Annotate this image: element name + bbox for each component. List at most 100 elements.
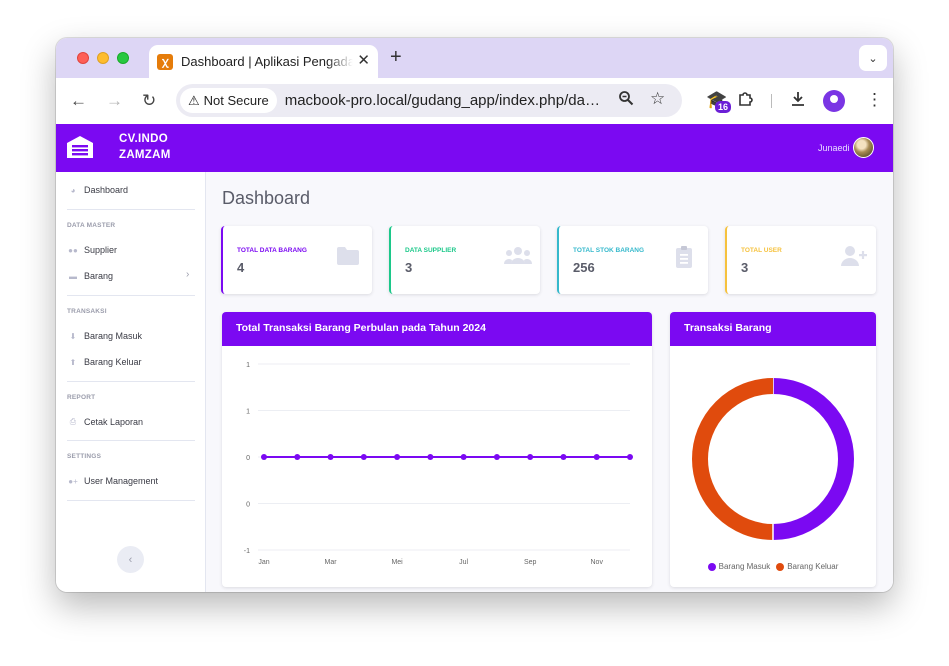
- sidebar-heading-master: DATA MASTER: [67, 222, 116, 229]
- y-tick-label: 1: [246, 362, 250, 369]
- legend-dot: [776, 562, 785, 571]
- data-point[interactable]: [294, 454, 301, 460]
- x-tick-label: Mar: [325, 559, 338, 566]
- warehouse-icon: [66, 135, 94, 159]
- data-point[interactable]: [527, 454, 534, 460]
- line-chart: 1 1 0 0 -1 Jan Mar Mei Jul Sep Nov: [244, 362, 633, 566]
- sidebar: ◕ Dashboard DATA MASTER ●● Supplier ▬ Ba…: [56, 172, 206, 592]
- sidebar-item-label: Cetak Laporan: [84, 417, 144, 427]
- sidebar-heading-transaksi: TRANSAKSI: [67, 308, 107, 315]
- legend-dot: [707, 562, 716, 571]
- data-point[interactable]: [593, 454, 600, 460]
- app-topbar: CV.INDO ZAMZAM Junaedi: [56, 124, 893, 172]
- maximize-window-button[interactable]: [117, 52, 129, 64]
- back-icon[interactable]: ←: [70, 91, 87, 111]
- chevron-left-icon: ‹: [128, 553, 133, 566]
- sidebar-item-barang-keluar[interactable]: ⬆ Barang Keluar: [67, 355, 142, 369]
- data-point[interactable]: [394, 454, 401, 460]
- forward-icon[interactable]: →: [106, 91, 123, 111]
- donut-legend: Barang Masuk Barang Keluar: [670, 562, 876, 571]
- card-value: 256: [573, 260, 595, 275]
- url-text[interactable]: macbook-pro.local/gudang_app/index.php/d…: [285, 92, 607, 109]
- tab-search-chevron-icon[interactable]: ⌄: [859, 45, 887, 71]
- user-plus-icon: [840, 245, 867, 267]
- download-icon: ⬇: [69, 331, 77, 341]
- browser-window: ꭓ Dashboard | Aplikasi Pengadaan ✕ + ⌄ ←…: [56, 38, 893, 592]
- sidebar-item-supplier[interactable]: ●● Supplier: [67, 243, 117, 257]
- donut-slice[interactable]: [692, 378, 774, 540]
- sidebar-item-label: Barang Keluar: [84, 357, 142, 367]
- folder-icon: [336, 245, 360, 267]
- data-point[interactable]: [627, 454, 633, 460]
- tachometer-icon: ◕: [70, 185, 76, 195]
- close-tab-icon[interactable]: ✕: [357, 53, 370, 69]
- sidebar-item-label: Barang Masuk: [84, 331, 143, 341]
- sidebar-item-dashboard[interactable]: ◕ Dashboard: [67, 183, 128, 197]
- security-chip[interactable]: ⚠ Not Secure: [180, 88, 277, 113]
- address-bar[interactable]: ⚠ Not Secure macbook-pro.local/gudang_ap…: [176, 84, 682, 117]
- legend-label: Barang Masuk: [718, 562, 771, 571]
- legend-label: Barang Keluar: [787, 562, 839, 571]
- extension-badge[interactable]: 🎓 16: [706, 90, 732, 113]
- users-icon: ●●: [68, 245, 78, 255]
- data-point[interactable]: [460, 454, 467, 460]
- chevron-right-icon[interactable]: ›: [186, 269, 189, 280]
- card-total-stok-barang: TOTAL STOK BARANG 256: [557, 226, 708, 294]
- data-point[interactable]: [327, 454, 334, 460]
- data-point[interactable]: [493, 454, 500, 460]
- new-tab-icon[interactable]: +: [390, 47, 402, 67]
- card-label: TOTAL DATA BARANG: [237, 247, 307, 254]
- data-point[interactable]: [560, 454, 567, 460]
- sidebar-item-user-management[interactable]: ●+ User Management: [67, 474, 158, 488]
- user-avatar[interactable]: [853, 137, 874, 158]
- brand-line-1: CV.INDO: [119, 133, 168, 145]
- zoom-icon[interactable]: [618, 90, 634, 111]
- card-value: 3: [741, 260, 749, 275]
- download-icon[interactable]: [789, 90, 807, 113]
- brand-line-2: ZAMZAM: [119, 149, 171, 161]
- toolbar-divider: [771, 94, 772, 108]
- line-chart-panel: Total Transaksi Barang Perbulan pada Tah…: [222, 312, 652, 587]
- sidebar-divider: [67, 500, 195, 501]
- minimize-window-button[interactable]: [97, 52, 109, 64]
- reload-icon[interactable]: ↻: [142, 91, 156, 111]
- data-point[interactable]: [360, 454, 367, 460]
- clipboard-list-icon: [672, 245, 696, 268]
- data-point[interactable]: [427, 454, 434, 460]
- folder-icon: ▬: [69, 271, 77, 281]
- extensions-puzzle-icon[interactable]: [737, 90, 755, 113]
- x-tick-label: Jan: [258, 559, 269, 566]
- close-window-button[interactable]: [77, 52, 89, 64]
- sidebar-item-cetak-laporan[interactable]: ⎙ Cetak Laporan: [67, 415, 143, 429]
- x-tick-label: Mei: [391, 559, 403, 566]
- brand-name[interactable]: CV.INDO ZAMZAM: [119, 131, 171, 163]
- main-content: Dashboard TOTAL DATA BARANG 4 DATA SUPPL…: [206, 172, 893, 592]
- users-icon: [504, 245, 532, 267]
- security-label: Not Secure: [203, 93, 269, 108]
- y-tick-label: 0: [246, 455, 250, 462]
- bookmark-star-icon[interactable]: ☆: [650, 89, 665, 109]
- legend-item[interactable]: Barang Masuk: [707, 562, 771, 571]
- user-name[interactable]: Junaedi: [818, 143, 850, 153]
- card-total-user: TOTAL USER 3: [725, 226, 876, 294]
- data-point[interactable]: [261, 454, 267, 460]
- sidebar-item-label: Supplier: [84, 245, 118, 255]
- x-tick-label: Sep: [524, 559, 537, 566]
- sidebar-toggle-button[interactable]: ‹: [117, 546, 144, 573]
- sidebar-item-barang-masuk[interactable]: ⬇ Barang Masuk: [67, 329, 142, 343]
- more-menu-icon[interactable]: ⋮: [866, 90, 883, 110]
- x-tick-label: Jul: [459, 559, 468, 566]
- profile-avatar-icon[interactable]: [823, 90, 845, 112]
- sidebar-item-label: User Management: [84, 476, 159, 486]
- page-title: Dashboard: [222, 188, 311, 208]
- sidebar-divider: [67, 209, 195, 210]
- sidebar-item-label: Barang: [84, 271, 114, 281]
- legend-item[interactable]: Barang Keluar: [776, 562, 838, 571]
- sidebar-heading-settings: SETTINGS: [67, 453, 102, 460]
- y-tick-label: 0: [246, 502, 250, 509]
- donut-slice[interactable]: [772, 378, 854, 540]
- extension-count: 16: [715, 101, 732, 113]
- active-tab[interactable]: ꭓ Dashboard | Aplikasi Pengadaan ✕: [149, 45, 378, 78]
- sidebar-divider: [67, 381, 195, 382]
- sidebar-item-barang[interactable]: ▬ Barang: [67, 269, 113, 283]
